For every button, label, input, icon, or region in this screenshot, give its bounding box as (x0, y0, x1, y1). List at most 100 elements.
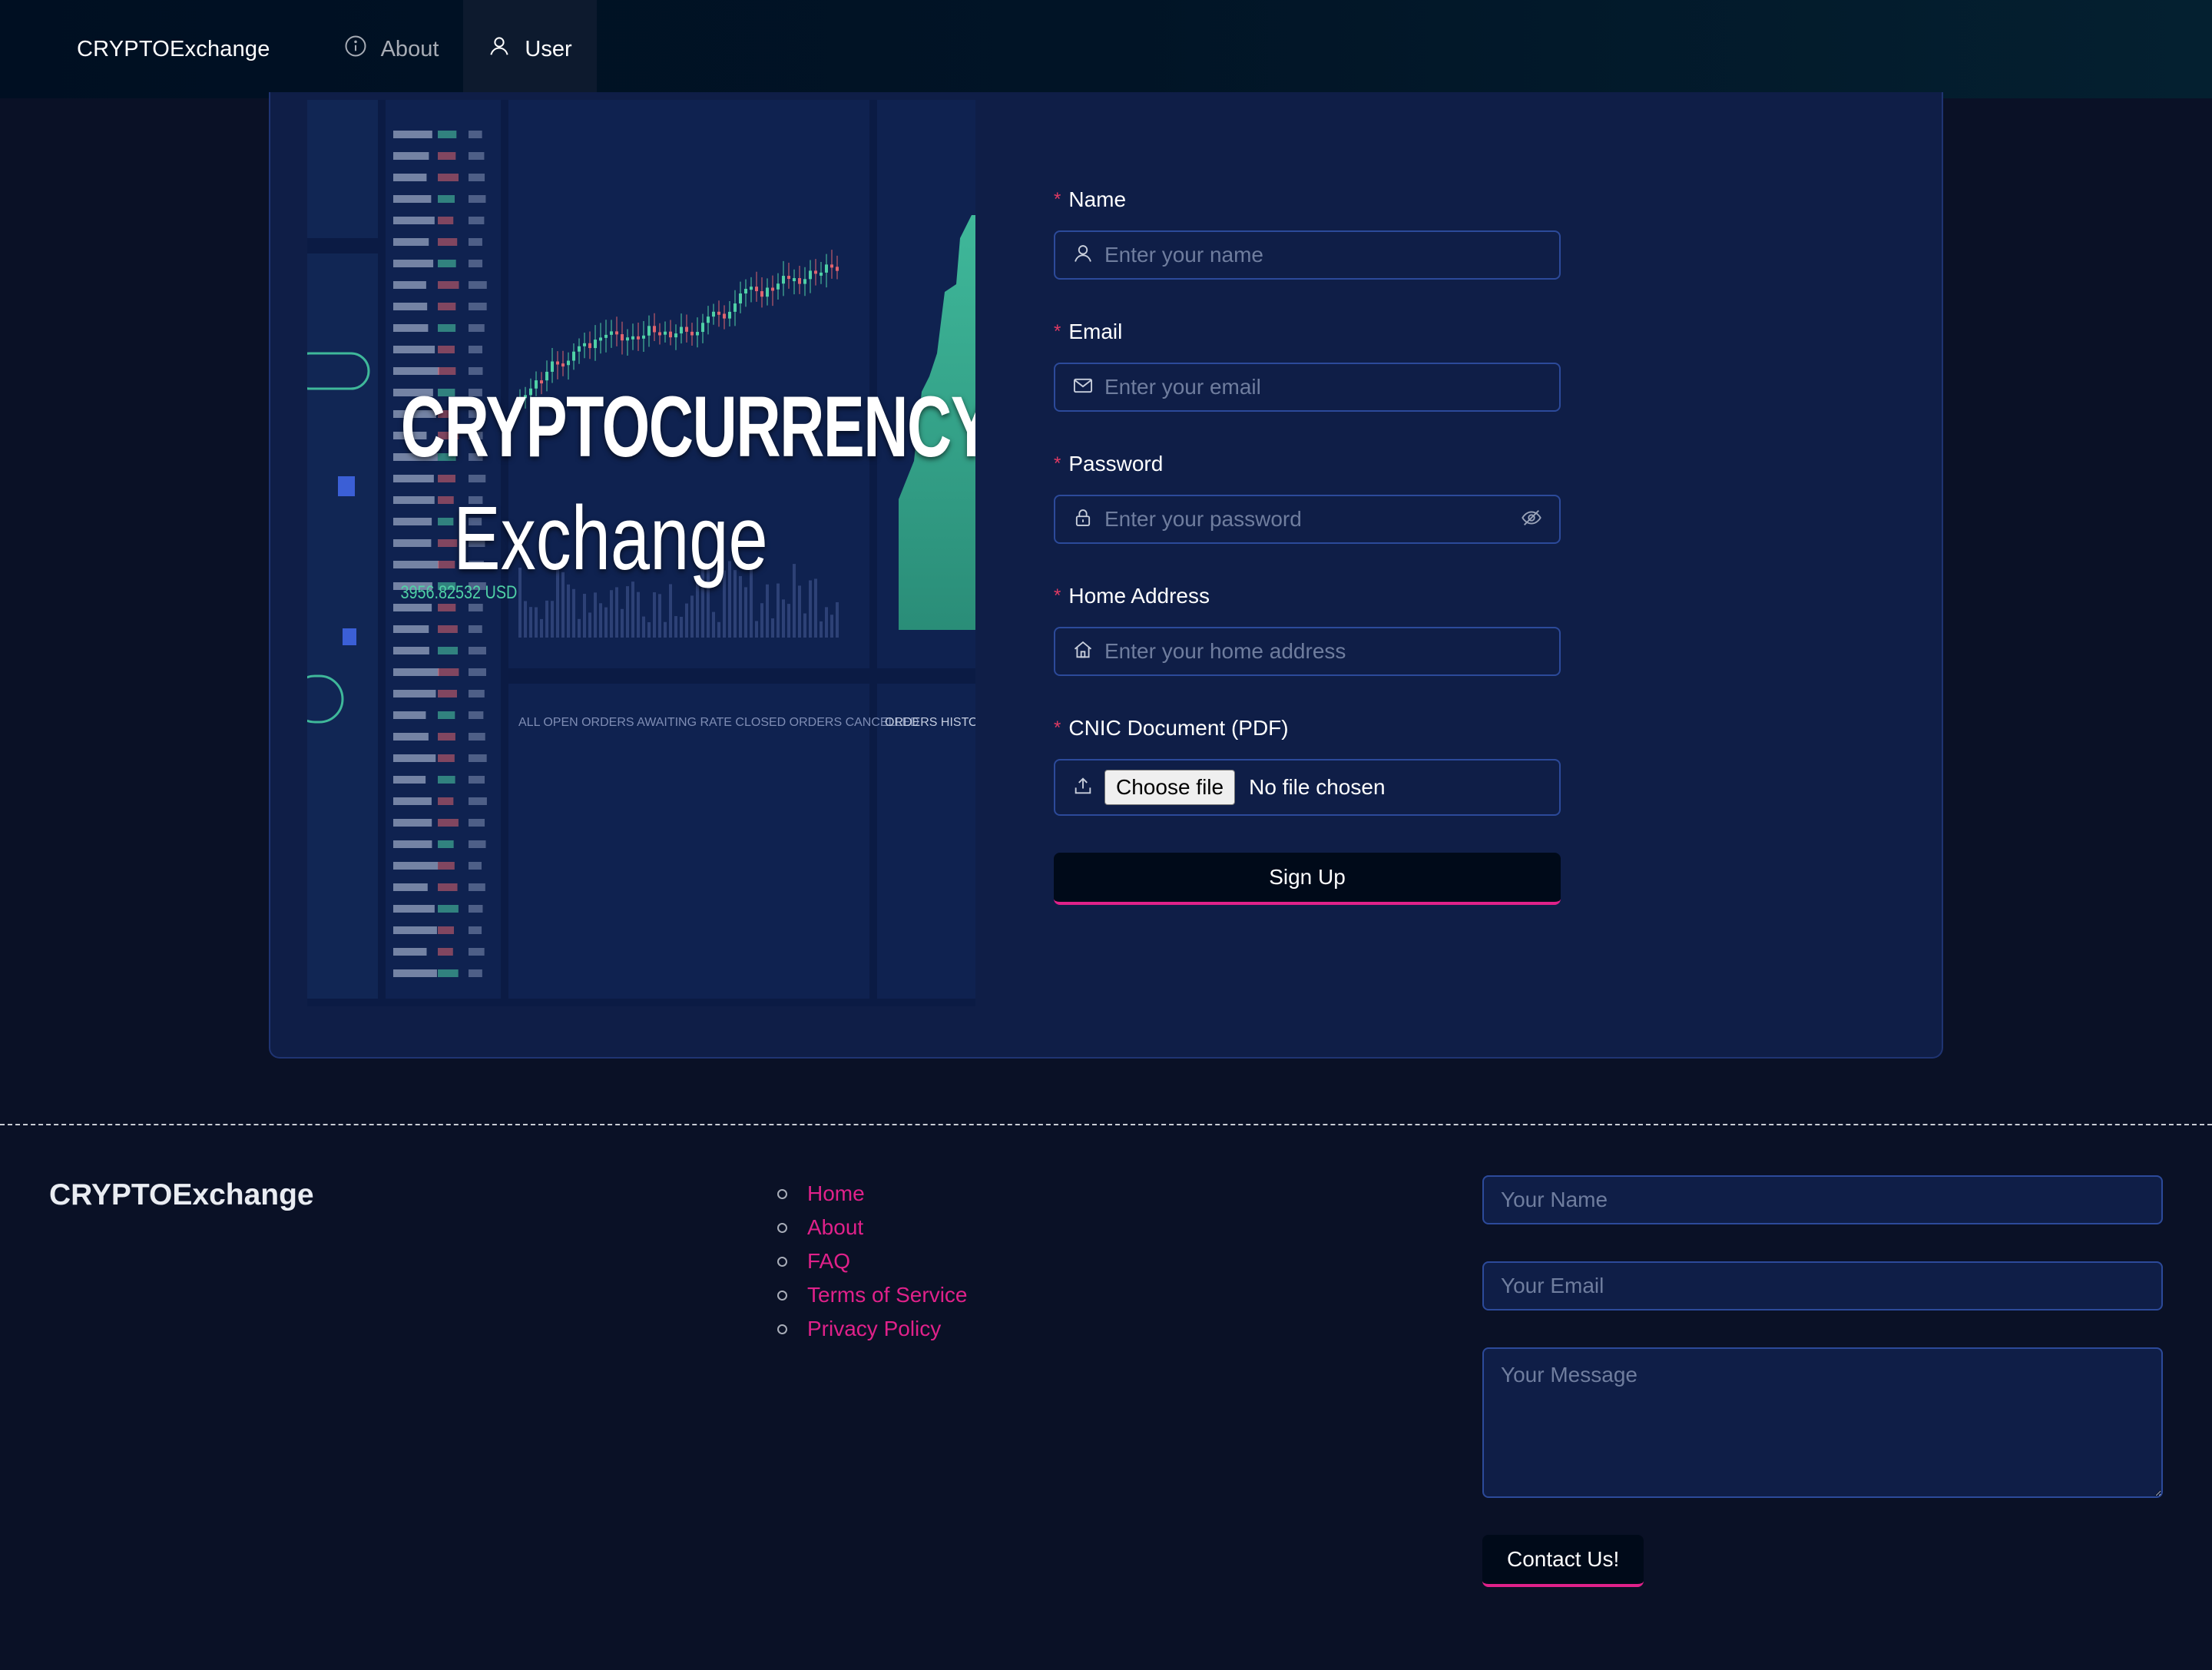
upload-icon (1072, 775, 1094, 800)
order-book-row-mark (469, 303, 487, 310)
volume-bar (712, 611, 715, 638)
order-book-row-mark (393, 647, 429, 654)
footer-link-privacy[interactable]: Privacy Policy (807, 1317, 941, 1341)
email-field-group: * Email (1054, 316, 1561, 412)
order-book-row-mark (393, 152, 429, 160)
footer-link-terms[interactable]: Terms of Service (807, 1283, 968, 1307)
order-book-row-mark (393, 625, 429, 633)
sign-up-button[interactable]: Sign Up (1054, 853, 1561, 905)
order-book-row-mark (469, 260, 483, 267)
hero-title-line1: CRYPTOCURRENCY (400, 379, 975, 475)
candle-body (820, 272, 823, 276)
hero-title-line2: Exchange (453, 488, 768, 589)
order-book-row-mark (393, 926, 437, 934)
address-input[interactable] (1104, 639, 1542, 664)
order-book-row-mark (438, 238, 458, 246)
volume-bar (631, 582, 634, 638)
candle-body (653, 326, 656, 333)
address-field-group: * Home Address (1054, 581, 1561, 676)
name-input[interactable] (1104, 243, 1542, 267)
order-book-row-mark (438, 948, 453, 956)
eye-off-icon[interactable] (1521, 507, 1542, 532)
required-asterisk: * (1054, 717, 1061, 738)
order-book-row-mark (393, 195, 432, 203)
order-book-row-mark (438, 604, 456, 611)
candle-body (712, 311, 715, 317)
email-label-text: Email (1068, 320, 1123, 343)
contact-us-button[interactable]: Contact Us! (1482, 1535, 1644, 1587)
name-input-wrapper[interactable] (1054, 230, 1561, 280)
order-book-row-mark (469, 969, 482, 977)
order-book-row-mark (469, 346, 483, 353)
order-book-row-mark (393, 797, 432, 805)
volume-bar (782, 599, 785, 638)
volume-bar (529, 607, 532, 638)
volume-bar (653, 592, 656, 638)
candle-body (798, 278, 801, 284)
order-book-row-mark (469, 324, 485, 332)
volume-bar (588, 612, 591, 638)
email-input-wrapper[interactable] (1054, 363, 1561, 412)
info-circle-icon (344, 35, 367, 64)
volume-bar (524, 601, 527, 638)
footer-link-home[interactable]: Home (807, 1181, 865, 1206)
order-book-row-mark (469, 195, 486, 203)
volume-bar (685, 603, 688, 638)
choose-file-button[interactable]: Choose file (1104, 770, 1236, 805)
order-book-row-mark (469, 217, 485, 224)
contact-name-input[interactable] (1482, 1175, 2163, 1224)
contact-email-input[interactable] (1482, 1261, 2163, 1310)
lock-icon (1072, 507, 1094, 532)
volume-bar (626, 586, 629, 638)
nav-user[interactable]: User (463, 0, 597, 98)
candle-body (696, 332, 699, 336)
candle-body (836, 267, 839, 271)
volume-bar (809, 580, 812, 638)
candle-body (561, 363, 565, 367)
signup-card: 3956.82532 USD ALL OPEN ORDERS AWAITING … (269, 92, 1943, 1059)
password-input[interactable] (1104, 507, 1510, 532)
name-label-text: Name (1068, 187, 1127, 211)
order-book-row-mark (393, 131, 432, 138)
cnic-file-input[interactable]: Choose file No file chosen (1054, 759, 1561, 816)
volume-bar (696, 581, 699, 638)
password-input-wrapper[interactable] (1054, 495, 1561, 544)
order-book-row-mark (469, 174, 485, 181)
footer-link-item: Terms of Service (777, 1278, 968, 1312)
brand-logo-text[interactable]: CRYPTOExchange (77, 37, 270, 62)
order-book-row-mark (393, 260, 434, 267)
email-label: * Email (1054, 316, 1561, 347)
order-book-row-mark (469, 711, 484, 719)
candle-body (637, 336, 640, 340)
candle-body (572, 351, 575, 361)
volume-bar (836, 601, 839, 638)
volume-bar (744, 587, 747, 638)
hero-title: CRYPTOCURRENCY Exchange (307, 379, 975, 589)
nav-about[interactable]: About (320, 0, 464, 98)
contact-form: Contact Us! (1482, 1175, 2163, 1587)
footer-link-item: Privacy Policy (777, 1312, 968, 1346)
volume-bar (766, 584, 769, 638)
contact-message-input[interactable] (1482, 1347, 2163, 1498)
order-book-row-mark (393, 754, 436, 762)
footer-link-faq[interactable]: FAQ (807, 1249, 850, 1274)
footer-link-about[interactable]: About (807, 1215, 863, 1240)
candle-body (766, 287, 769, 297)
volume-bar (594, 592, 597, 638)
order-book-row-mark (393, 883, 428, 891)
email-input[interactable] (1104, 375, 1542, 399)
order-book-row-mark (393, 969, 437, 977)
candle-body (723, 313, 726, 319)
order-book-row-mark (438, 668, 459, 676)
order-book-row-mark (438, 926, 455, 934)
volume-bar (664, 621, 667, 638)
password-label: * Password (1054, 449, 1561, 479)
order-book-row-mark (438, 883, 458, 891)
order-book-row-mark (438, 819, 459, 827)
volume-bar (551, 601, 554, 638)
volume-bar (825, 607, 828, 638)
volume-bar (637, 591, 640, 638)
address-input-wrapper[interactable] (1054, 627, 1561, 676)
order-book-row-mark (469, 604, 483, 611)
order-book-row-mark (438, 690, 457, 697)
